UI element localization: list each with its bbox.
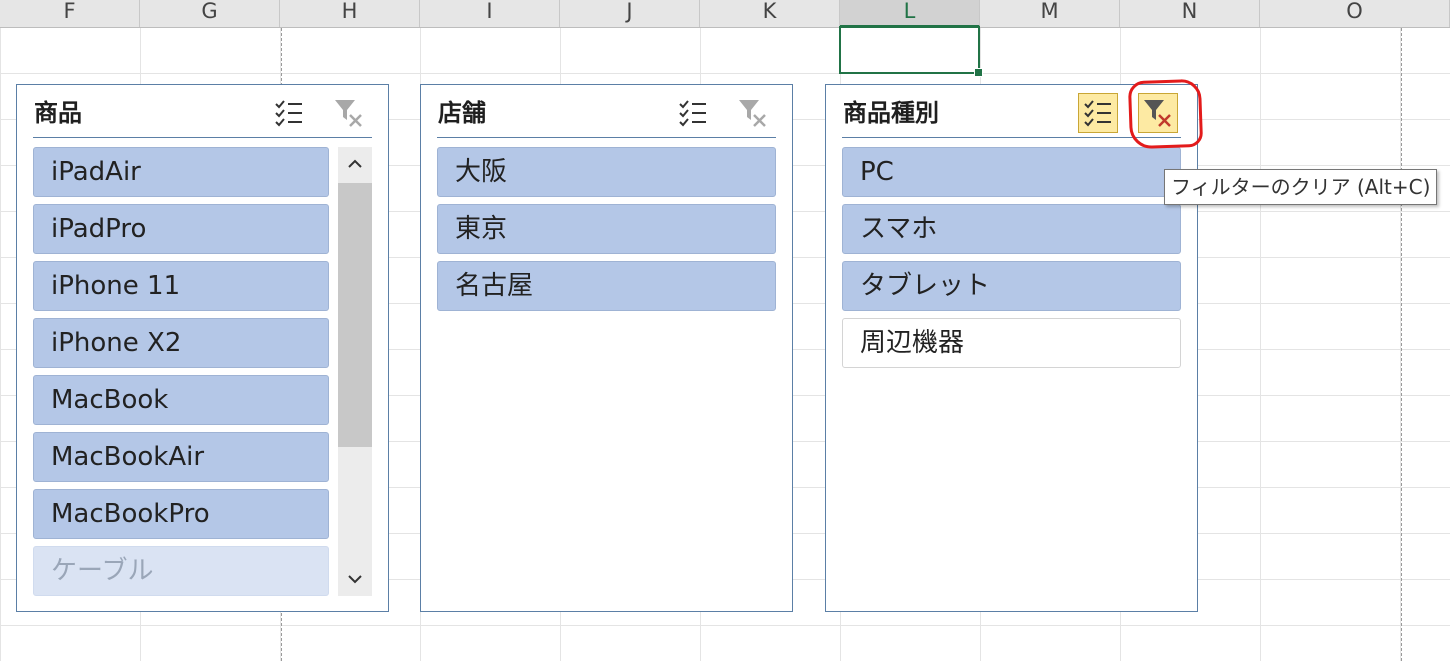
active-cell-L1[interactable] [839, 26, 983, 77]
slicer-scrollbar[interactable] [338, 147, 372, 596]
column-header-h[interactable]: H [280, 0, 420, 27]
clear-filter-button[interactable] [733, 93, 773, 133]
column-header-j[interactable]: J [560, 0, 700, 27]
multi-select-icon [274, 99, 304, 127]
clear-filter-tooltip: フィルターのクリア (Alt+C) [1164, 169, 1438, 205]
slicer-item[interactable]: iPadPro [33, 204, 329, 254]
slicer-item[interactable]: タブレット [842, 261, 1181, 311]
slicer-item[interactable]: PC [842, 147, 1181, 197]
column-header-n[interactable]: N [1120, 0, 1260, 27]
slicer-item[interactable]: MacBookAir [33, 432, 329, 482]
multi-select-button[interactable] [673, 93, 713, 133]
slicer-2: 店舗 大阪 東京 名古屋 [420, 84, 793, 612]
slicer-title: 商品種別 [843, 99, 939, 127]
column-header-i[interactable]: I [420, 0, 560, 27]
slicer-item[interactable]: スマホ [842, 204, 1181, 254]
slicer-item[interactable]: MacBookPro [33, 489, 329, 539]
slicer-item[interactable]: 大阪 [437, 147, 776, 197]
slicer-3: 商品種別 PC スマホタブレット周辺機器 [825, 84, 1198, 612]
slicer-item[interactable]: iPadAir [33, 147, 329, 197]
column-header-l[interactable]: L [840, 0, 980, 27]
slicer-1: 商品 iPadAir iPadPro iPhone 11 iPhone X2 MacBoo… [16, 84, 389, 612]
slicer-item[interactable]: iPhone 11 [33, 261, 329, 311]
slicer-item[interactable]: iPhone X2 [33, 318, 329, 368]
column-header-k[interactable]: K [700, 0, 840, 27]
clear-filter-button[interactable] [329, 93, 369, 133]
column-header-bar: FGHIJKLMNO [0, 0, 1450, 28]
multi-select-button[interactable] [269, 93, 309, 133]
chevron-down-icon[interactable] [338, 562, 372, 596]
slicer-item[interactable]: ケーブル [33, 546, 329, 596]
slicer-header-divider [842, 137, 1181, 138]
clear-filter-icon [737, 98, 769, 128]
chevron-up-icon[interactable] [338, 147, 372, 181]
column-header-g[interactable]: G [140, 0, 280, 27]
column-header-f[interactable]: F [0, 0, 140, 27]
clear-filter-icon [333, 98, 365, 128]
slicer-item[interactable]: 東京 [437, 204, 776, 254]
multi-select-icon [1083, 99, 1113, 127]
slicer-title: 商品 [34, 99, 82, 127]
column-header-m[interactable]: M [980, 0, 1120, 27]
multi-select-button[interactable] [1078, 93, 1118, 133]
scrollbar-thumb[interactable] [338, 183, 372, 447]
slicer-header-divider [33, 137, 372, 138]
slicer-title: 店舗 [438, 99, 486, 127]
slicer-header-divider [437, 137, 776, 138]
multi-select-icon [678, 99, 708, 127]
slicer-item[interactable]: 周辺機器 [842, 318, 1181, 368]
slicer-item[interactable]: MacBook [33, 375, 329, 425]
page-break-line [1401, 28, 1402, 661]
column-header-o[interactable]: O [1260, 0, 1450, 27]
slicer-item[interactable]: 名古屋 [437, 261, 776, 311]
annotation-highlight-circle [1127, 78, 1204, 150]
